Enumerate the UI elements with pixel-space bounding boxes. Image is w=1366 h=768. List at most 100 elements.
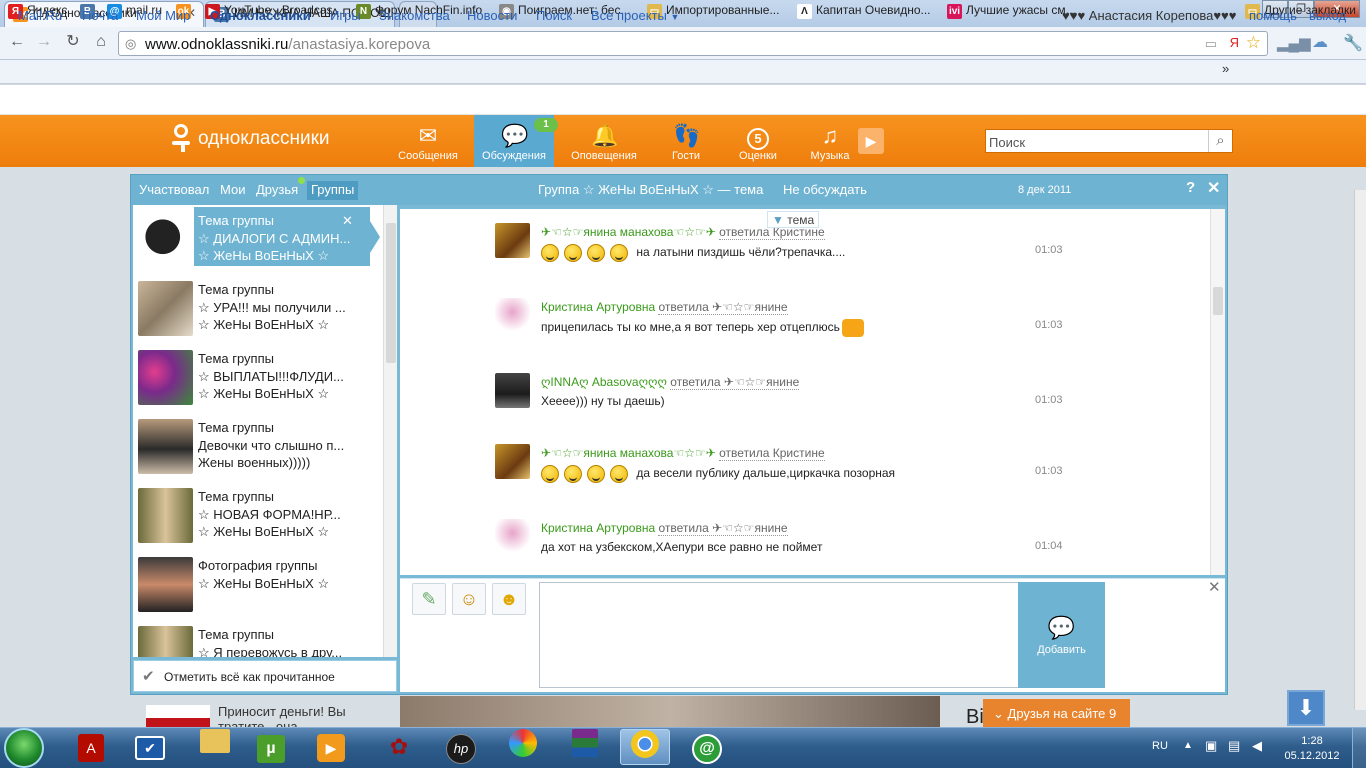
ok-nav-ratings[interactable]: 5 Оценки [718, 115, 798, 167]
message-input[interactable] [539, 582, 1019, 688]
topic-item[interactable]: Тема группы Девочки что слышно п... Жены… [133, 412, 383, 481]
reply-target[interactable]: ответила Кристине [719, 446, 825, 461]
topic-item[interactable]: Тема группы ☆ ВЫПЛАТЫ!!!ФЛУДИ... ☆ ЖеНы … [133, 343, 383, 412]
portal-link-pochta[interactable]: Почта [82, 8, 118, 23]
smiley-picker-icon[interactable]: ☻ [492, 583, 526, 615]
taskbar-clock[interactable]: 1:28 05.12.2012 [1282, 734, 1342, 764]
author-avatar[interactable] [495, 519, 530, 554]
utorrent-icon[interactable]: µ [246, 729, 296, 765]
filter-tab-mine[interactable]: Мои [216, 181, 249, 200]
filter-tab-friends[interactable]: Друзья [252, 181, 302, 200]
portal-user-name[interactable]: ♥♥♥ Анастасия Корепова♥♥♥ [1062, 8, 1236, 23]
bookmark-ivi[interactable]: ivi Лучшие ужасы см... [947, 3, 1076, 21]
ok-nav-guests[interactable]: 👣 Гости [646, 115, 726, 167]
extension-cloud-icon[interactable]: ☁ [1307, 32, 1333, 54]
help-icon[interactable]: ? [1186, 179, 1195, 196]
bookmark-kapitan[interactable]: Λ Капитан Очевидно... [797, 3, 931, 21]
author-name[interactable]: Кристина Артуровна [541, 521, 655, 535]
download-arrow-icon[interactable]: ⬇ [1287, 690, 1325, 726]
search-icon[interactable]: ⌕ [1208, 130, 1232, 152]
address-bar[interactable]: ◎ www.odnoklassniki.ru/anastasiya.korepo… [118, 31, 1268, 56]
portal-logout-link[interactable]: выход [1309, 8, 1346, 23]
author-avatar[interactable] [495, 444, 530, 479]
bookmarks-overflow-chevron-icon[interactable]: » [1222, 61, 1229, 76]
friends-online-button[interactable]: ⌄ Друзья на сайте 9 [983, 699, 1130, 727]
add-message-button[interactable]: 💬 Добавить [1018, 582, 1105, 688]
filter-tab-groups[interactable]: Группы [307, 181, 359, 200]
portal-link-novosti[interactable]: Новости [467, 8, 517, 23]
topic-item[interactable]: Тема группы ☆ Я перевожусь в дру... [133, 619, 383, 657]
media-player-icon[interactable]: ▶ [306, 729, 356, 765]
winrar-icon[interactable] [560, 729, 610, 765]
reload-icon[interactable]: ↻ [62, 32, 84, 52]
topic-item[interactable]: Тема группы ☆ УРА!!! мы получили ... ☆ Ж… [133, 274, 383, 343]
scroll-thumb[interactable] [1213, 287, 1223, 315]
portal-link-znakomstva[interactable]: Знакомства [379, 8, 450, 23]
bookmark-star-icon[interactable]: ☆ [1246, 33, 1261, 53]
chat-scrollbar[interactable] [1210, 209, 1225, 575]
promo-thumbnail[interactable] [146, 705, 210, 727]
home-icon[interactable]: ⌂ [90, 32, 112, 52]
tasks-checkmark-icon[interactable]: ✔ [125, 729, 175, 765]
pencil-tool-icon[interactable]: ✎ [412, 583, 446, 615]
portal-link-poisk[interactable]: Поиск [536, 8, 572, 23]
ok-logo-icon[interactable] [172, 124, 194, 156]
mail-agent-icon[interactable]: @ [682, 729, 732, 765]
portal-link-igry[interactable]: Игры [330, 8, 361, 23]
mark-all-read-button[interactable]: ✔ Отметить всё как прочитанное [133, 660, 397, 692]
author-avatar[interactable] [495, 223, 530, 258]
author-avatar[interactable] [495, 298, 530, 333]
ok-search-input[interactable]: Поиск ⌕ [985, 129, 1233, 153]
portal-link-mailru[interactable]: Mail.Ru [18, 8, 62, 23]
reply-target[interactable]: ответила ✈☜☆☞янине [670, 375, 800, 390]
ok-logo-text[interactable]: одноклассники [198, 128, 330, 150]
compose-close-icon[interactable]: ✕ [1208, 578, 1221, 596]
topic-item-dialogs[interactable]: Тема группы ☆ ДИАЛОГИ С АДМИН... ☆ ЖеНы … [133, 205, 383, 274]
close-icon[interactable]: ✕ [1207, 178, 1220, 198]
show-desktop-button[interactable] [1352, 728, 1366, 768]
wrench-icon[interactable]: 🔧 [1343, 33, 1363, 53]
reply-target[interactable]: ответила ✈☜☆☞янине [658, 521, 788, 536]
author-name[interactable]: ✈☜☆☞янина манахова☜☆☞✈ [541, 225, 716, 239]
portal-link-odnoklassniki[interactable]: Одноклассники [210, 8, 311, 23]
back-arrow-icon[interactable]: ← [6, 32, 28, 52]
ok-nav-notifications[interactable]: 🔔 Оповещения [564, 115, 644, 167]
hp-icon[interactable]: hp [436, 729, 486, 765]
music-play-icon[interactable]: ▶ [858, 128, 884, 154]
page-scrollbar[interactable] [1354, 190, 1366, 710]
topic-list-scrollbar[interactable] [383, 205, 397, 657]
page-action-icon[interactable]: ▭ [1205, 36, 1217, 52]
reply-target[interactable]: ответила ✈☜☆☞янине [658, 300, 788, 315]
portal-help-link[interactable]: помощь [1249, 8, 1297, 23]
signal-icon[interactable]: ▂▄▆ [1277, 34, 1311, 52]
portal-link-all-projects[interactable]: Все проекты ▼ [591, 8, 679, 23]
chrome-taskbar-icon[interactable] [620, 729, 670, 765]
explorer-folder-icon[interactable] [190, 729, 240, 765]
portal-link-moymir[interactable]: Мой Мир [136, 8, 190, 23]
author-avatar[interactable] [495, 373, 530, 408]
author-name[interactable]: Кристина Артуровна [541, 300, 655, 314]
tray-volume-icon[interactable]: ◀ [1252, 738, 1262, 754]
topic-item[interactable]: Фотография группы ☆ ЖеНы ВоЕнНыХ ☆ [133, 550, 383, 619]
author-name[interactable]: ✈☜☆☞янина манахова☜☆☞✈ [541, 446, 716, 460]
author-name[interactable]: ღINNAღ Abasovaღღღ [541, 375, 667, 389]
topic-remove-icon[interactable]: ✕ [342, 213, 353, 229]
forward-arrow-icon[interactable]: → [33, 32, 55, 52]
topic-chip[interactable]: ▼ тема [767, 211, 820, 228]
not-discuss-link[interactable]: Не обсуждать [783, 182, 867, 197]
language-indicator[interactable]: RU [1152, 740, 1168, 752]
filter-tab-participated[interactable]: Участвовал [135, 181, 213, 200]
rose-game-icon[interactable]: ✿ [374, 729, 424, 765]
disc-burner-icon[interactable] [498, 729, 548, 765]
yandex-bar-icon[interactable]: Я [1230, 35, 1239, 50]
acrobat-icon[interactable]: A [66, 729, 116, 765]
tray-network-icon[interactable]: ▤ [1228, 738, 1240, 754]
start-button[interactable] [4, 728, 44, 768]
ok-nav-messages[interactable]: ✉ Сообщения [388, 115, 468, 167]
topic-item[interactable]: Тема группы ☆ НОВАЯ ФОРМА!НР... ☆ ЖеНы В… [133, 481, 383, 550]
dialog-title[interactable]: Группа ☆ ЖеНы ВоЕнНыХ ☆ — тема [538, 182, 763, 198]
tray-device-icon[interactable]: ▣ [1205, 738, 1217, 754]
sticker-tool-icon[interactable]: ☺ [452, 583, 486, 615]
scroll-thumb[interactable] [385, 223, 396, 363]
show-tray-chevron-icon[interactable]: ▲ [1183, 740, 1193, 751]
